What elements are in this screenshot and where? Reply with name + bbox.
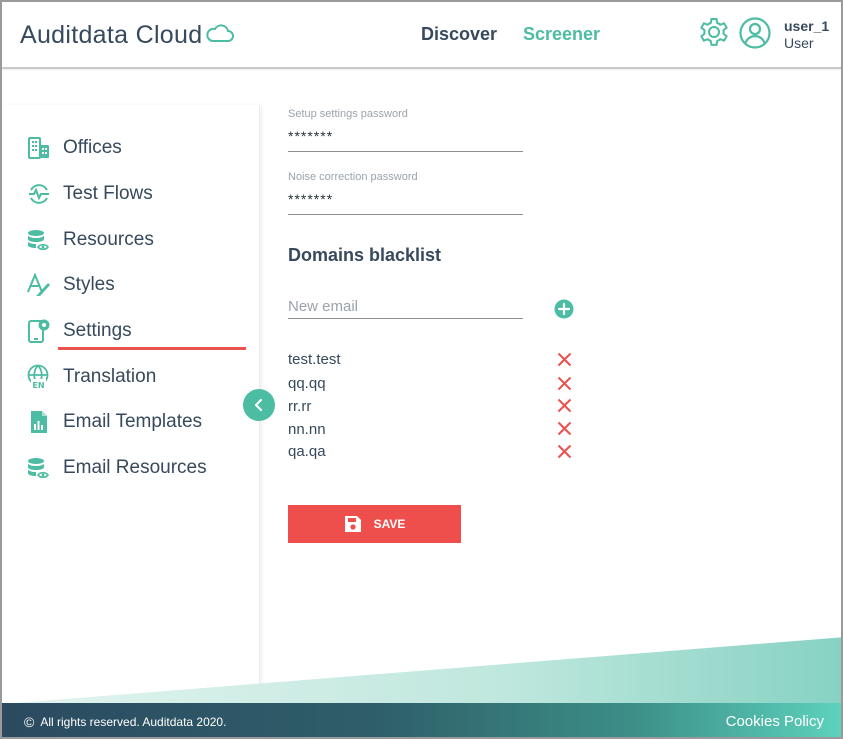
save-button[interactable]: SAVE (288, 505, 461, 543)
delete-x-icon[interactable] (557, 444, 572, 459)
add-circle-icon[interactable] (554, 299, 574, 319)
sidebar-item-label: Resources (63, 229, 154, 250)
sidebar-item-label: Settings (63, 320, 132, 341)
setup-password-label: Setup settings password (288, 108, 408, 120)
sidebar-item-label: Offices (63, 137, 122, 158)
footer: © All rights reserved. Auditdata 2020. C… (2, 703, 841, 737)
sidebar-item-styles[interactable]: Styles (26, 270, 115, 300)
sidebar-collapse-button[interactable] (243, 389, 275, 421)
sidebar-item-resources[interactable]: Resources (26, 225, 154, 255)
setup-password-field[interactable]: ******* (288, 128, 333, 144)
copyright: © All rights reserved. Auditdata 2020. (24, 714, 226, 730)
new-email-input[interactable] (288, 295, 523, 319)
save-button-label: SAVE (373, 517, 406, 531)
sidebar-item-settings[interactable]: Settings (26, 316, 132, 346)
logo-text: Auditdata Cloud (20, 20, 203, 49)
sidebar-item-label: Email Resources (63, 457, 207, 478)
sidebar-item-email-resources[interactable]: Email Resources (26, 453, 207, 483)
noise-password-label: Noise correction password (288, 171, 418, 183)
user-role: User (784, 35, 814, 51)
sidebar-item-email-templates[interactable]: Email Templates (26, 407, 202, 437)
translation-globe-icon: EN (26, 364, 52, 390)
delete-x-icon[interactable] (557, 352, 572, 367)
domains-blacklist-title: Domains blacklist (288, 245, 442, 265)
blacklist-item: qa.qa (288, 443, 326, 460)
delete-x-icon[interactable] (557, 376, 572, 391)
sidebar-item-test-flows[interactable]: Test Flows (26, 179, 153, 209)
sidebar-item-translation[interactable]: EN Translation (26, 362, 156, 392)
nav-screener[interactable]: Screener (523, 24, 600, 45)
sidebar-item-label: Styles (63, 274, 115, 295)
app-window: Auditdata Cloud Discover Screener user_1… (0, 0, 843, 739)
top-header: Auditdata Cloud Discover Screener user_1… (2, 2, 841, 69)
active-indicator (58, 347, 246, 350)
sidebar-item-label: Test Flows (63, 183, 153, 204)
email-template-icon (26, 409, 52, 435)
svg-text:EN: EN (32, 381, 44, 390)
user-name[interactable]: user_1 (784, 18, 829, 34)
cookies-policy-link[interactable]: Cookies Policy (726, 713, 824, 730)
sidebar-item-offices[interactable]: Offices (26, 133, 122, 163)
email-resources-icon (26, 455, 52, 481)
delete-x-icon[interactable] (557, 398, 572, 413)
nav-discover[interactable]: Discover (421, 24, 497, 45)
settings-device-icon (26, 318, 52, 344)
noise-password-field[interactable]: ******* (288, 191, 333, 207)
copyright-text: All rights reserved. Auditdata 2020. (40, 715, 227, 729)
user-avatar-icon[interactable] (738, 16, 772, 50)
chevron-left-icon (254, 398, 263, 412)
logo[interactable]: Auditdata Cloud (20, 18, 235, 52)
test-flows-icon (26, 181, 52, 207)
gear-icon[interactable] (697, 16, 731, 50)
sidebar-item-label: Email Templates (63, 411, 203, 432)
blacklist-item: rr.rr (288, 398, 312, 415)
resources-icon (26, 227, 52, 253)
building-icon (26, 135, 52, 161)
blacklist-item: qq.qq (288, 375, 326, 392)
blacklist-item: nn.nn (288, 421, 326, 438)
sidebar-item-label: Translation (63, 366, 157, 387)
blacklist-item: test.test (288, 351, 341, 368)
styles-icon (26, 272, 52, 298)
decorative-wave (2, 637, 841, 707)
copyright-icon: © (24, 714, 35, 730)
floppy-disk-icon (344, 516, 361, 532)
sidebar: Offices Test Flows Resources Styles Sett… (2, 105, 260, 705)
cloud-icon (206, 24, 235, 42)
delete-x-icon[interactable] (557, 421, 572, 436)
setup-password-underline (288, 151, 523, 152)
noise-password-underline (288, 214, 523, 215)
